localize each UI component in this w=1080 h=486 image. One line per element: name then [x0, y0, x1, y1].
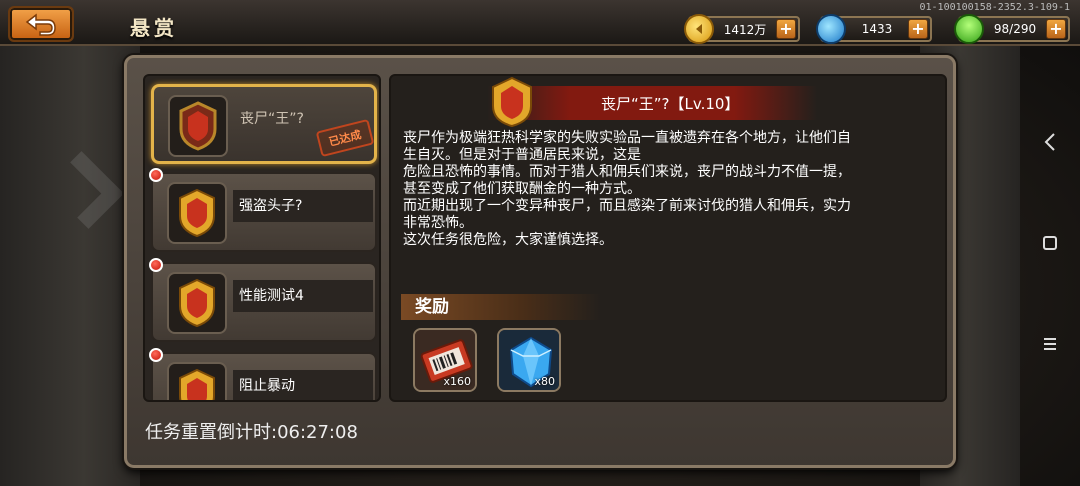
description-line: 而近期出现了一个变异种丧尸，而且感染了前来讨伐的猎人和佣兵，实力	[403, 198, 851, 214]
detail-header: 丧尸“王”?【Lv.10】	[487, 76, 817, 128]
gem-value: 1433	[861, 22, 893, 36]
system-nav-bar	[1020, 0, 1080, 486]
quest-name: 性能测试4	[233, 280, 373, 312]
stamina-icon	[947, 7, 991, 51]
nav-back-icon[interactable]	[1038, 130, 1062, 154]
gem-counter: 1433 +	[816, 14, 932, 44]
gem-icon	[816, 14, 846, 44]
back-button[interactable]	[8, 6, 74, 42]
detail-description: 丧尸作为极端狂热科学家的失败实验品一直被遗弃在各个地方，让他们自 生自灭。但是对…	[403, 130, 943, 249]
reward-header: 奖励	[401, 294, 601, 320]
description-line: 这次任务很危险，大家谨慎选择。	[403, 232, 613, 248]
quest-list[interactable]: 丧尸“王”? 已达成 强盗头子? 性能测试4 阻止暴动	[143, 74, 381, 402]
add-gold-button[interactable]: +	[776, 19, 796, 39]
quest-item-performance-test[interactable]: 性能测试4	[149, 258, 377, 342]
quest-emblem-icon	[167, 182, 227, 244]
new-indicator-dot	[149, 258, 163, 272]
description-line: 甚至变成了他们获取酬金的一种方式。	[403, 181, 641, 197]
reward-ticket[interactable]: x160	[413, 328, 477, 392]
quest-item-stop-riot[interactable]: 阻止暴动	[149, 348, 377, 400]
quest-name: 阻止暴动	[233, 370, 373, 400]
quest-emblem-icon	[167, 272, 227, 334]
back-arrow-icon	[25, 13, 56, 36]
gold-counter: 1412万 +	[684, 14, 800, 44]
reward-gem[interactable]: x80	[497, 328, 561, 392]
nav-home-icon[interactable]	[1038, 231, 1062, 255]
quest-emblem-icon	[492, 76, 532, 128]
nav-menu-icon[interactable]	[1038, 332, 1062, 356]
quest-name: 强盗头子?	[233, 190, 373, 222]
quest-emblem-icon	[168, 95, 228, 157]
reward-quantity: x160	[443, 375, 471, 388]
description-line: 生自灭。但是对于普通居民来说，这是	[403, 147, 641, 163]
quest-item-zombie-king[interactable]: 丧尸“王”? 已达成	[151, 84, 377, 164]
background-door-left	[0, 40, 140, 486]
add-gems-button[interactable]: +	[908, 19, 928, 39]
description-line: 危险且恐怖的事情。而对于猎人和佣兵们来说，丧尸的战斗力不值一提，	[403, 164, 851, 180]
bounty-panel: 丧尸“王”? 已达成 强盗头子? 性能测试4 阻止暴动 丧尸“王”?【Lv.10…	[124, 55, 956, 468]
reset-countdown: 任务重置倒计时:06:27:08	[145, 422, 358, 443]
new-indicator-dot	[149, 348, 163, 362]
description-line: 非常恐怖。	[403, 215, 473, 231]
quest-item-bandit-leader[interactable]: 强盗头子?	[149, 168, 377, 252]
gold-coin-icon	[684, 14, 714, 44]
detail-title: 丧尸“王”?【Lv.10】	[601, 95, 740, 113]
page-title: 悬赏	[130, 16, 178, 40]
new-indicator-dot	[149, 168, 163, 182]
gold-value: 1412万	[723, 22, 767, 37]
top-bar: 悬赏 01-100100158-2352.3-109-1 1412万 + 143…	[0, 0, 1080, 51]
quest-emblem-icon	[167, 362, 227, 400]
reward-quantity: x80	[534, 375, 555, 388]
chevron-decoration	[46, 151, 124, 229]
quest-detail: 丧尸“王”?【Lv.10】 丧尸作为极端狂热科学家的失败实验品一直被遗弃在各个地…	[389, 74, 947, 402]
description-line: 丧尸作为极端狂热科学家的失败实验品一直被遗弃在各个地方，让他们自	[403, 130, 851, 146]
